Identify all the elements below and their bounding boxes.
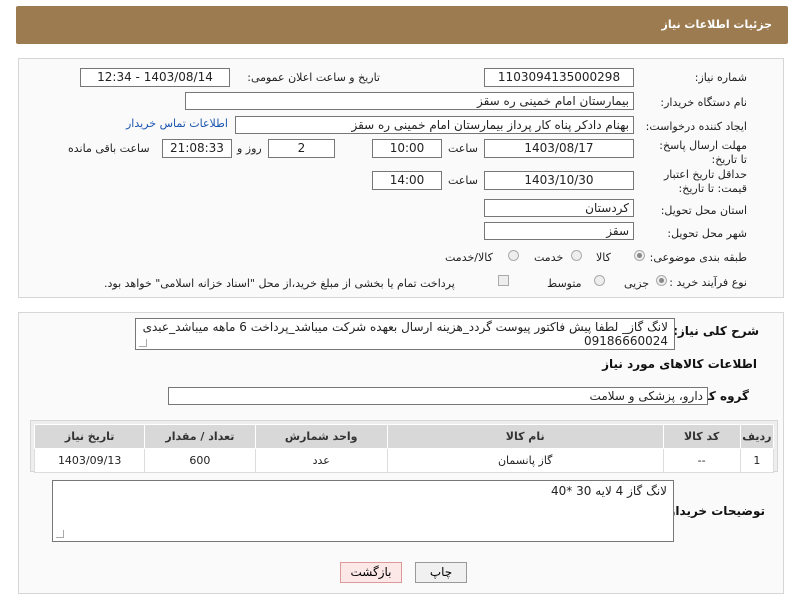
category-radio-service[interactable]	[571, 250, 582, 261]
category-radio-goods[interactable]	[634, 250, 645, 261]
deadline-time-field: 10:00	[372, 139, 442, 158]
category-label: طبقه بندی موضوعی:	[649, 251, 747, 264]
print-button[interactable]: چاپ	[415, 562, 467, 583]
deadline-date-field: 1403/08/17	[484, 139, 634, 158]
validity-date-field: 1403/10/30	[484, 171, 634, 190]
description-field: لانگ گاز_ لطفا پیش فاکتور پیوست گردد_هزی…	[135, 318, 675, 350]
deadline-label: مهلت ارسال پاسخ: تا تاریخ:	[659, 139, 747, 166]
remaining-label: ساعت باقی مانده	[68, 142, 150, 155]
description-label: شرح کلی نیاز:	[673, 324, 759, 338]
buyer-org-label: نام دستگاه خریدار:	[660, 96, 747, 109]
validity-label: حداقل تاریخ اعتبار قیمت: تا تاریخ:	[663, 168, 747, 195]
cell-name: گاز پانسمان	[386, 448, 664, 473]
goods-table-header: ردیف کد کالا نام کالا واحد شمارش تعداد /…	[33, 424, 775, 449]
buyer-notes-label: توضیحات خریدار:	[663, 504, 765, 518]
notes-resize-grip-icon[interactable]	[56, 530, 64, 538]
table-row: 1 -- گاز پانسمان عدد 600 1403/09/13	[33, 448, 775, 473]
buyer-contact-link[interactable]: اطلاعات تماس خریدار	[126, 117, 228, 130]
days-field: 2	[268, 139, 335, 158]
validity-time-field: 14:00	[372, 171, 442, 190]
category-option-service: خدمت	[534, 251, 564, 264]
buyer-notes-field: لانگ گاز 4 لایه 30 *40	[52, 480, 674, 542]
validity-time-label: ساعت	[448, 174, 478, 187]
category-radio-both[interactable]	[508, 250, 519, 261]
announce-label: تاریخ و ساعت اعلان عمومی:	[247, 71, 380, 84]
buyer-org-field: بیمارستان امام خمینی ره سقز	[185, 92, 634, 110]
back-button[interactable]: بازگشت	[340, 562, 402, 583]
category-option-goods: کالا	[596, 251, 611, 264]
announce-field: 1403/08/14 - 12:34	[80, 68, 230, 87]
province-field: کردستان	[484, 199, 634, 217]
treasury-payment-checkbox[interactable]	[498, 275, 509, 286]
cell-need-date: 1403/09/13	[33, 448, 146, 473]
page-header: جزئیات اطلاعات نیاز	[16, 6, 788, 44]
goods-table: ردیف کد کالا نام کالا واحد شمارش تعداد /…	[33, 424, 775, 473]
requester-label: ایجاد کننده درخواست:	[645, 120, 747, 133]
need-number-field: 1103094135000298	[484, 68, 634, 87]
resize-grip-icon[interactable]	[139, 339, 147, 347]
col-code: کد کالا	[662, 424, 741, 449]
col-quantity: تعداد / مقدار	[144, 424, 256, 449]
goods-group-field: دارو، پزشکی و سلامت	[168, 387, 708, 405]
need-number-label: شماره نیاز:	[694, 71, 747, 84]
col-need-date: تاریخ نیاز	[33, 424, 146, 449]
col-unit: واحد شمارش	[254, 424, 388, 449]
province-label: استان محل تحویل:	[660, 204, 747, 217]
remaining-time-field: 21:08:33	[162, 139, 232, 158]
col-row: ردیف	[739, 424, 775, 449]
process-radio-minor[interactable]	[656, 275, 667, 286]
city-field: سقز	[484, 222, 634, 240]
cell-unit: عدد	[254, 448, 388, 473]
city-label: شهر محل تحویل:	[667, 227, 747, 240]
cell-row: 1	[739, 448, 775, 473]
days-label: روز و	[237, 142, 262, 155]
goods-section-title: اطلاعات کالاهای مورد نیاز	[602, 357, 757, 371]
treasury-payment-note: پرداخت تمام یا بخشی از مبلغ خرید،از محل …	[104, 277, 455, 290]
process-option-medium: متوسط	[547, 277, 582, 290]
requester-field: بهنام دادکر پناه کار پرداز بیمارستان اما…	[235, 116, 634, 134]
process-radio-medium[interactable]	[594, 275, 605, 286]
col-name: نام کالا	[386, 424, 664, 449]
cell-quantity: 600	[144, 448, 256, 473]
cell-code: --	[662, 448, 741, 473]
page-title: جزئیات اطلاعات نیاز	[661, 18, 773, 31]
process-option-minor: جزیی	[624, 277, 650, 290]
deadline-time-label: ساعت	[448, 142, 478, 155]
category-option-both: کالا/خدمت	[445, 251, 493, 264]
process-label: نوع فرآیند خرید :	[669, 276, 747, 289]
